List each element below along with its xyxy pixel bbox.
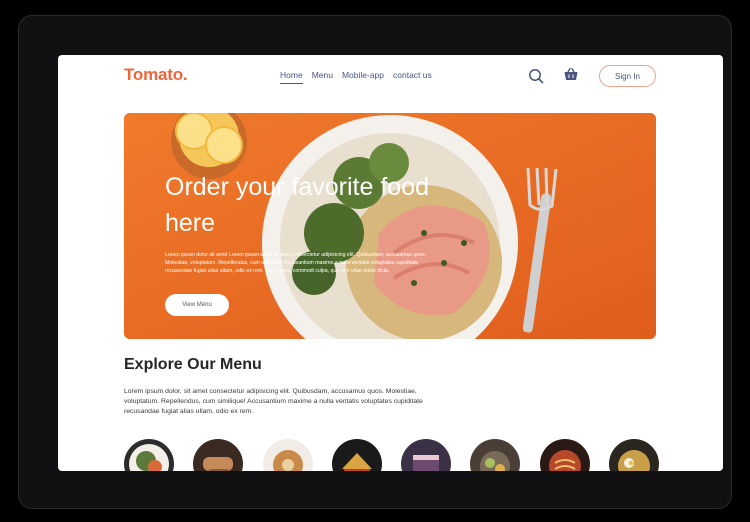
pure-veg-dish-icon[interactable] bbox=[470, 439, 520, 471]
basket-icon[interactable] bbox=[563, 66, 579, 82]
hero-description: Lorem ipsum dolor sit amet Lorem ipsum d… bbox=[165, 252, 427, 274]
view-menu-button[interactable]: View Menu bbox=[165, 294, 229, 316]
pasta-dish-icon[interactable] bbox=[540, 439, 590, 471]
hero-title: Order your favorite food here bbox=[165, 173, 430, 237]
search-icon[interactable] bbox=[528, 68, 544, 84]
device-frame: Tomato. Home Menu Mobile-app contact us … bbox=[18, 15, 732, 509]
nav-item-mobile-app[interactable]: Mobile-app bbox=[342, 70, 384, 84]
browser-viewport: Tomato. Home Menu Mobile-app contact us … bbox=[58, 55, 723, 471]
rolls-dish-icon[interactable] bbox=[193, 439, 243, 471]
deserts-dish-icon[interactable] bbox=[263, 439, 313, 471]
cake-dish-icon[interactable] bbox=[401, 439, 451, 471]
navbar-menu: Home Menu Mobile-app contact us bbox=[280, 70, 432, 84]
sign-in-button[interactable]: Sign In bbox=[599, 65, 656, 87]
brand-logo[interactable]: Tomato. bbox=[124, 65, 188, 85]
menu-category-list bbox=[124, 439, 659, 471]
nav-item-contact-us[interactable]: contact us bbox=[393, 70, 432, 84]
explore-menu-description: Lorem ipsum dolor, sit amet consectetur … bbox=[124, 388, 423, 415]
salad-dish-icon[interactable] bbox=[124, 439, 174, 471]
sandwich-dish-icon[interactable] bbox=[332, 439, 382, 471]
nav-item-home[interactable]: Home bbox=[280, 70, 303, 84]
explore-menu-title: Explore Our Menu bbox=[124, 356, 262, 373]
nav-item-menu[interactable]: Menu bbox=[312, 70, 333, 84]
noodles-dish-icon[interactable] bbox=[609, 439, 659, 471]
hero-banner: Order your favorite food here Lorem ipsu… bbox=[124, 113, 656, 339]
